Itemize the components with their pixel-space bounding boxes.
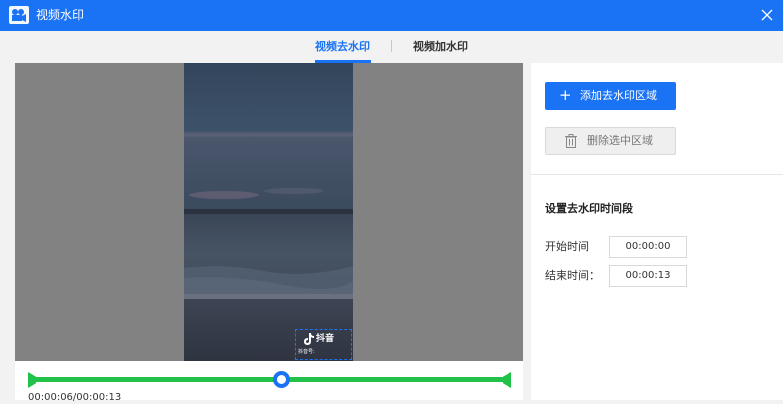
time-settings-title: 设置去水印时间段 [545,202,633,215]
end-time-input[interactable]: 00:00:13 [609,265,687,287]
playhead[interactable] [273,371,290,388]
watermark-selection-box[interactable]: 抖音 抖音号: [295,329,352,360]
timeline: 00:00:06/00:00:13 [15,361,523,403]
delete-selected-region-button[interactable]: 删除选中区域 [545,127,676,155]
timeline-track[interactable] [28,377,511,382]
video-camera-icon [9,6,29,24]
range-start-handle[interactable] [28,372,36,388]
section-divider [531,174,783,175]
close-icon[interactable] [757,5,777,25]
watermark-logo-text: 抖音 [316,334,335,344]
plus-icon: + [559,86,572,104]
trash-icon [565,134,577,148]
add-region-label: 添加去水印区域 [580,89,657,102]
end-time-label: 结束时间： [545,269,600,282]
tab-divider [391,40,392,52]
add-watermark-region-button[interactable]: + 添加去水印区域 [545,82,676,110]
start-time-input[interactable]: 00:00:00 [609,236,687,258]
tiktok-note-icon [304,333,314,345]
settings-panel: + 添加去水印区域 删除选中区域 设置去水印时间段 开始时间 00:00:00 … [531,63,783,400]
tab-remove-watermark[interactable]: 视频去水印 [315,40,370,54]
watermark-id-text: 抖音号: [298,349,315,355]
start-time-label: 开始时间 [545,240,589,253]
delete-region-label: 删除选中区域 [587,134,653,147]
title-bar: 视频水印 [0,0,783,31]
video-frame [184,63,353,361]
video-preview: 抖音 抖音号: [15,63,523,361]
window-title: 视频水印 [36,8,85,22]
tab-add-watermark[interactable]: 视频加水印 [413,40,468,54]
range-end-handle[interactable] [503,372,511,388]
timecode: 00:00:06/00:00:13 [28,392,122,403]
